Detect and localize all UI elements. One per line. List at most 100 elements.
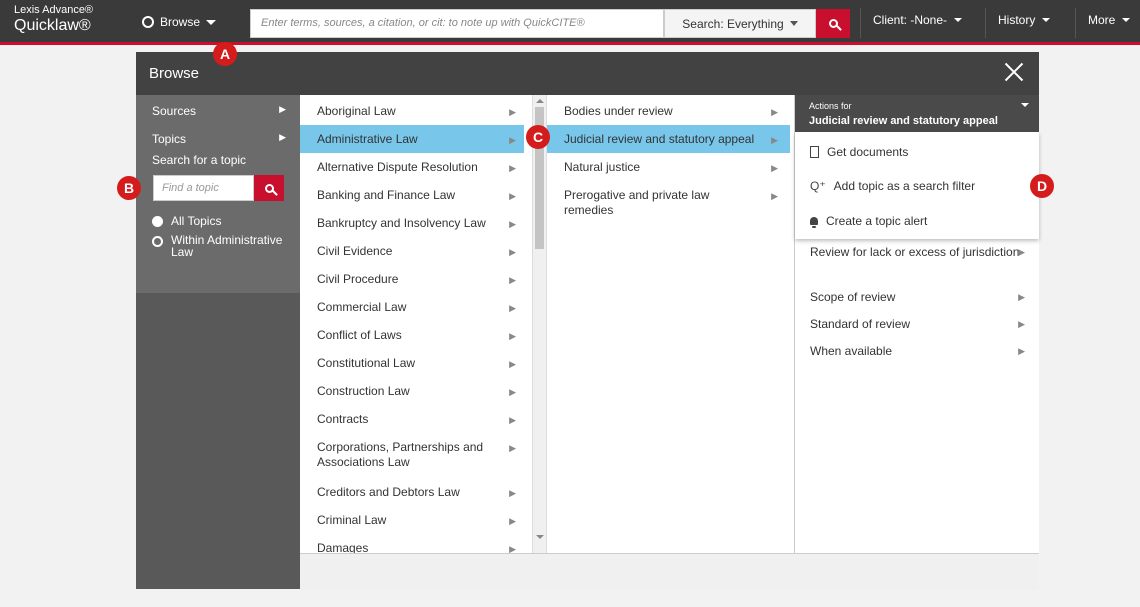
more-menu[interactable]: More	[1088, 13, 1131, 27]
list-item[interactable]: Creditors and Debtors Law ▶	[300, 478, 524, 506]
browse-button[interactable]: Browse	[136, 8, 244, 36]
actions-for-label: Actions for	[809, 101, 852, 111]
divider	[860, 8, 861, 38]
list-item[interactable]: Natural justice ▶	[547, 153, 790, 181]
topics-scrollbar[interactable]	[532, 95, 546, 553]
list-item[interactable]: When available ▶	[810, 344, 1035, 359]
list-item[interactable]: Prerogative and private law remedies ▶	[547, 181, 790, 223]
list-item[interactable]: Criminal Law ▶	[300, 506, 524, 534]
add-search-filter-button[interactable]: Q⁺ Add topic as a search filter	[810, 179, 975, 193]
chevron-right-icon: ▶	[279, 104, 286, 114]
browse-label: Browse	[160, 15, 201, 29]
close-icon[interactable]	[1003, 61, 1025, 83]
radio-button[interactable]	[152, 216, 163, 227]
brand-logo[interactable]: Lexis Advance® Quicklaw®	[14, 5, 93, 34]
chevron-right-icon: ▶	[509, 331, 516, 341]
chevron-right-icon: ▶	[771, 135, 778, 145]
list-item[interactable]: Construction Law ▶	[300, 377, 524, 405]
radio-within-topic[interactable]: Within Administrative Law	[152, 234, 292, 258]
find-topic-search-button[interactable]	[254, 175, 284, 201]
client-label: Client: -None-	[873, 13, 948, 27]
callout-d: D	[1030, 174, 1054, 198]
more-label: More	[1088, 13, 1116, 27]
client-menu[interactable]: Client: -None-	[873, 13, 963, 27]
search-scope-dropdown[interactable]: Search: Everything	[664, 9, 816, 38]
chevron-right-icon: ▶	[509, 191, 516, 201]
chevron-right-icon: ▶	[509, 443, 516, 453]
callout-b: B	[117, 176, 141, 200]
list-item-selected[interactable]: Judicial review and statutory appeal ▶	[547, 125, 790, 153]
bell-icon	[810, 217, 818, 228]
search-icon	[828, 19, 838, 28]
chevron-right-icon: ▶	[509, 163, 516, 173]
radio-label: Within Administrative Law	[171, 233, 283, 259]
sidebar-item-label: Topics	[152, 132, 187, 146]
chevron-right-icon: ▶	[509, 415, 516, 425]
get-documents-button[interactable]: Get documents	[810, 145, 908, 159]
find-topic-input[interactable]: Find a topic	[153, 175, 254, 201]
chevron-right-icon: ▶	[509, 544, 516, 553]
list-item[interactable]: Civil Evidence ▶	[300, 237, 524, 265]
radio-label: All Topics	[171, 214, 222, 228]
list-item[interactable]: Alternative Dispute Resolution ▶	[300, 153, 524, 181]
list-item[interactable]: Civil Procedure ▶	[300, 265, 524, 293]
search-input[interactable]: Enter terms, sources, a citation, or cit…	[250, 9, 664, 38]
brand-line2: Quicklaw®	[14, 17, 91, 34]
search-scope-label: Search: Everything	[682, 16, 784, 31]
chevron-right-icon: ▶	[509, 275, 516, 285]
list-item[interactable]: Standard of review ▶	[810, 317, 1035, 332]
chevron-right-icon: ▶	[1018, 292, 1025, 302]
divider	[1075, 8, 1076, 38]
chevron-right-icon: ▶	[509, 387, 516, 397]
chevron-down-icon	[954, 18, 963, 22]
chevron-right-icon: ▶	[771, 163, 778, 173]
scroll-down-icon[interactable]	[536, 535, 544, 539]
list-item[interactable]: Corporations, Partnerships and Associati…	[300, 433, 524, 475]
callout-c: C	[526, 125, 550, 149]
chevron-right-icon: ▶	[279, 132, 286, 142]
radio-all-topics[interactable]: All Topics	[152, 214, 221, 228]
sidebar-item-topics[interactable]: Topics ▶	[152, 132, 292, 146]
list-item[interactable]: Bankruptcy and Insolvency Law ▶	[300, 209, 524, 237]
create-topic-alert-button[interactable]: Create a topic alert	[810, 214, 927, 228]
list-item[interactable]: Scope of review ▶	[810, 290, 1035, 305]
subtopics-list: Bodies under review ▶ Judicial review and…	[546, 95, 794, 553]
list-item[interactable]: Banking and Finance Law ▶	[300, 181, 524, 209]
chevron-right-icon: ▶	[509, 359, 516, 369]
browse-sidebar: Sources ▶ Topics ▶ Search for a topic Fi…	[136, 95, 300, 589]
chevron-right-icon: ▶	[1018, 346, 1025, 356]
chevron-right-icon: ▶	[509, 247, 516, 257]
list-item[interactable]: Aboriginal Law ▶	[300, 98, 524, 124]
list-item[interactable]: Contracts ▶	[300, 405, 524, 433]
scroll-up-icon[interactable]	[536, 99, 544, 103]
topic-search-label: Search for a topic	[152, 153, 247, 167]
browse-panel: Browse Sources ▶ Topics ▶ Search for a t…	[136, 52, 1039, 590]
search-button[interactable]	[816, 9, 850, 38]
list-item[interactable]: Review for lack or excess of jurisdictio…	[810, 245, 1035, 260]
list-item[interactable]: Commercial Law ▶	[300, 293, 524, 321]
list-item[interactable]: Conflict of Laws ▶	[300, 321, 524, 349]
chevron-down-icon	[789, 21, 798, 26]
sidebar-item-sources[interactable]: Sources ▶	[152, 104, 292, 118]
chevron-down-icon	[206, 19, 217, 25]
chevron-right-icon: ▶	[509, 303, 516, 313]
chevron-right-icon: ▶	[771, 191, 778, 201]
list-item[interactable]: Bodies under review ▶	[547, 98, 790, 124]
history-label: History	[998, 13, 1036, 27]
list-item[interactable]: Damages ▶	[300, 534, 524, 553]
radio-button[interactable]	[152, 236, 163, 247]
topic-actions-column: Actions for Judicial review and statutor…	[794, 95, 1039, 553]
chevron-right-icon: ▶	[1018, 319, 1025, 329]
chevron-right-icon: ▶	[1018, 247, 1025, 257]
panel-footer	[300, 553, 1039, 590]
document-icon	[810, 146, 819, 158]
chevron-right-icon: ▶	[771, 107, 778, 117]
history-menu[interactable]: History	[998, 13, 1051, 27]
list-item[interactable]: Constitutional Law ▶	[300, 349, 524, 377]
callout-a: A	[213, 42, 237, 66]
topics-list: Aboriginal Law ▶ Administrative Law ▶ Alte…	[300, 95, 532, 553]
actions-topic-title: Judicial review and statutory appeal	[809, 115, 998, 127]
actions-header[interactable]: Actions for Judicial review and statutor…	[795, 95, 1039, 132]
sidebar-item-label: Sources	[152, 104, 197, 118]
list-item-selected[interactable]: Administrative Law ▶	[300, 125, 524, 153]
